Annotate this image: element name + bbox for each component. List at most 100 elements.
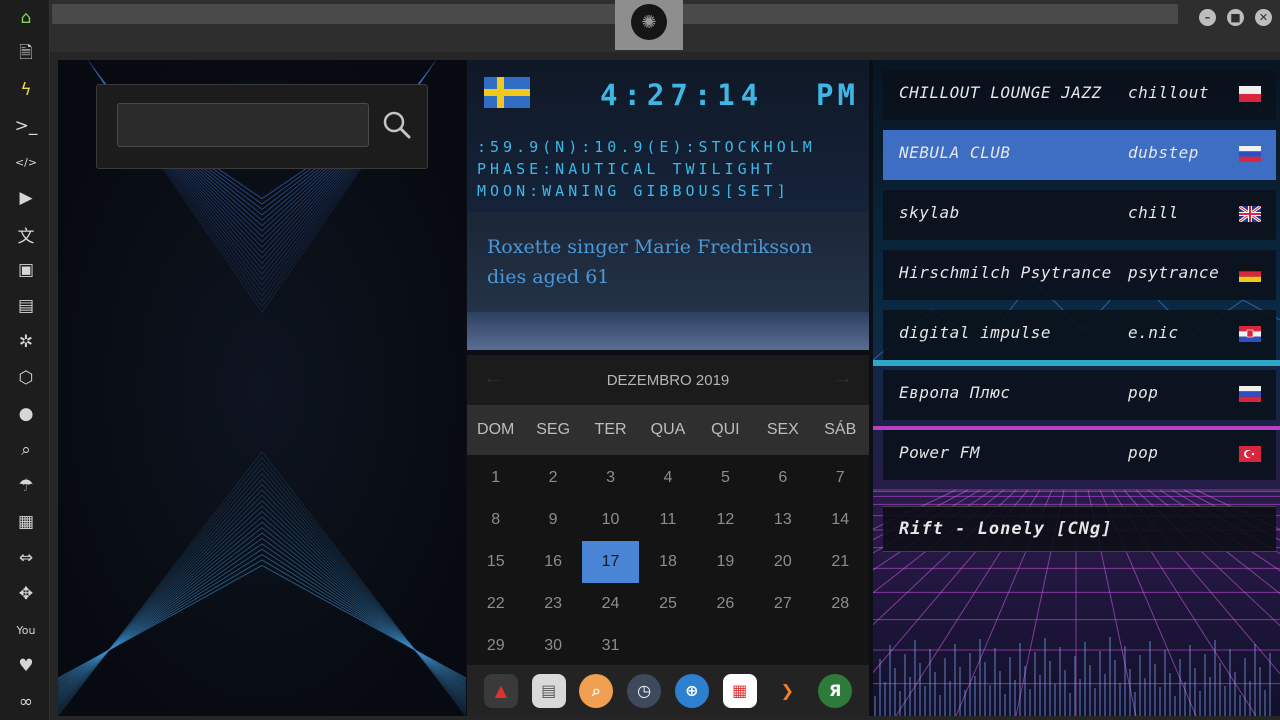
umbrella-icon[interactable]: ☂ bbox=[15, 475, 37, 497]
search-icon[interactable] bbox=[379, 107, 415, 143]
calendar-day[interactable]: 19 bbox=[697, 541, 754, 583]
rebel-alliance-icon: ✺ bbox=[631, 4, 667, 40]
search-app-icon[interactable]: ⌕ bbox=[579, 673, 614, 708]
calendar-next-button[interactable]: → bbox=[833, 367, 853, 390]
lightning-icon[interactable]: ϟ bbox=[15, 79, 37, 101]
station-name: digital impulse bbox=[899, 323, 1051, 342]
calendar-day[interactable]: 14 bbox=[812, 499, 869, 541]
play-icon[interactable]: ▶ bbox=[15, 187, 37, 209]
calendar-week: 15 16 17 18 19 20 21 bbox=[467, 541, 869, 583]
radio-station[interactable]: digital impulse e.nic bbox=[883, 310, 1276, 360]
radio-station[interactable]: CHILLOUT LOUNGE JAZZ chillout bbox=[883, 70, 1276, 120]
calendar-day[interactable]: 6 bbox=[754, 457, 811, 499]
calendar-day[interactable]: 1 bbox=[467, 457, 524, 499]
calendar-day[interactable]: 10 bbox=[582, 499, 639, 541]
calendar-day[interactable]: 29 bbox=[467, 625, 524, 667]
station-name: NEBULA CLUB bbox=[899, 143, 1011, 162]
calendar-day bbox=[812, 625, 869, 667]
calendar-day[interactable]: 3 bbox=[582, 457, 639, 499]
station-genre: e.nic bbox=[1128, 323, 1179, 342]
search-input[interactable] bbox=[117, 103, 369, 147]
image-icon[interactable]: ▣ bbox=[15, 259, 37, 281]
yandex-app-icon[interactable]: Я bbox=[818, 673, 853, 708]
calendar-day[interactable]: 22 bbox=[467, 583, 524, 625]
youtube-icon[interactable]: You bbox=[15, 619, 37, 641]
station-name: Power FM bbox=[899, 443, 981, 462]
calendar-day[interactable]: 18 bbox=[639, 541, 696, 583]
radio-station[interactable]: Европа Плюс pop bbox=[883, 370, 1276, 420]
calendar-prev-button[interactable]: ← bbox=[483, 367, 503, 390]
weekday-label: SEG bbox=[536, 421, 571, 438]
logo-tab[interactable]: ✺ bbox=[615, 0, 683, 50]
calendar-day[interactable]: 28 bbox=[812, 583, 869, 625]
calendar-week: 22 23 24 25 26 27 28 bbox=[467, 583, 869, 625]
calendar-day[interactable]: 11 bbox=[639, 499, 696, 541]
infinity-icon[interactable]: ∞ bbox=[15, 691, 37, 713]
calendar-day-today[interactable]: 17 bbox=[581, 541, 640, 583]
search-icon[interactable]: ⌕ bbox=[15, 439, 37, 461]
radio-station[interactable]: Hirschmilch Psytrance psytrance bbox=[883, 250, 1276, 300]
calendar-day[interactable]: 30 bbox=[524, 625, 581, 667]
station-genre: pop bbox=[1128, 383, 1159, 402]
expand-icon[interactable]: ✥ bbox=[15, 583, 37, 605]
calendar-day[interactable]: 5 bbox=[697, 457, 754, 499]
heart-icon[interactable]: ♥ bbox=[15, 655, 37, 677]
calendar-day[interactable]: 24 bbox=[582, 583, 639, 625]
radio-station-active[interactable]: NEBULA CLUB dubstep bbox=[883, 130, 1276, 180]
radio-station[interactable]: Power FM pop bbox=[883, 430, 1276, 480]
close-button[interactable]: ✕ bbox=[1255, 9, 1272, 26]
news-headline[interactable]: Roxette singer Marie Fredriksson dies ag… bbox=[487, 232, 852, 292]
home-icon[interactable]: ⌂ bbox=[15, 7, 37, 29]
calendar-day[interactable]: 15 bbox=[467, 541, 524, 583]
contacts-icon[interactable]: ▦ bbox=[15, 511, 37, 533]
location-line: :59.9(N):10.9(E):STOCKHOLM bbox=[477, 138, 816, 156]
terminal-icon[interactable]: >_ bbox=[15, 115, 38, 137]
calendar-day[interactable]: 20 bbox=[754, 541, 811, 583]
calendar-day[interactable]: 31 bbox=[582, 625, 639, 667]
radio-station[interactable]: skylab chill bbox=[883, 190, 1276, 240]
calendar-day[interactable]: 8 bbox=[467, 499, 524, 541]
code-icon[interactable]: </> bbox=[15, 151, 37, 173]
calendar-day[interactable]: 26 bbox=[697, 583, 754, 625]
station-genre: pop bbox=[1128, 443, 1159, 462]
station-name: skylab bbox=[899, 203, 960, 222]
station-genre: chill bbox=[1128, 203, 1179, 222]
news-widget: Roxette singer Marie Fredriksson dies ag… bbox=[467, 212, 869, 350]
arrow-app-icon[interactable]: ❯ bbox=[770, 673, 805, 708]
red-triangle-app-icon[interactable]: ▲ bbox=[483, 673, 518, 708]
station-genre: chillout bbox=[1128, 83, 1210, 102]
news-reader-app-icon[interactable]: ▤ bbox=[531, 673, 566, 708]
uk-flag-icon bbox=[1239, 206, 1261, 222]
calendar-day[interactable]: 27 bbox=[754, 583, 811, 625]
calendar-day[interactable]: 23 bbox=[524, 583, 581, 625]
translate-icon[interactable]: 文 bbox=[15, 223, 37, 247]
hexagon-icon[interactable]: ⬡ bbox=[15, 367, 37, 389]
calendar-day[interactable]: 21 bbox=[812, 541, 869, 583]
calendar-week: 29 30 31 bbox=[467, 625, 869, 667]
calendar-widget: ← DEZEMBRO 2019 → DOM SEG TER QUA QUI SEX SÁB … bbox=[467, 355, 869, 665]
globe-icon[interactable]: ● bbox=[15, 403, 37, 425]
calendar-day[interactable]: 2 bbox=[524, 457, 581, 499]
calendar-day[interactable]: 25 bbox=[639, 583, 696, 625]
calendar-day[interactable]: 9 bbox=[524, 499, 581, 541]
now-playing-bar: Rift - Lonely [CNg] bbox=[883, 506, 1276, 552]
calendar-day[interactable]: 7 bbox=[812, 457, 869, 499]
clock-app-icon[interactable]: ◷ bbox=[627, 673, 662, 708]
calendar-day[interactable]: 16 bbox=[524, 541, 581, 583]
weekday-label: QUI bbox=[711, 421, 740, 438]
station-name: Hirschmilch Psytrance bbox=[899, 263, 1112, 282]
clock-ampm: PM bbox=[816, 78, 859, 112]
weekday-label: DOM bbox=[477, 421, 515, 438]
weekday-label: QUA bbox=[650, 421, 686, 438]
calendar-app-icon[interactable]: ▦ bbox=[722, 673, 757, 708]
document-icon[interactable]: 🗎 bbox=[15, 43, 37, 65]
calendar-day[interactable]: 12 bbox=[697, 499, 754, 541]
minimize-button[interactable]: – bbox=[1199, 9, 1216, 26]
news-icon[interactable]: ▤ bbox=[15, 295, 37, 317]
globe-app-icon[interactable]: ⊕ bbox=[674, 673, 709, 708]
calendar-day[interactable]: 4 bbox=[639, 457, 696, 499]
empire-icon[interactable]: ✲ bbox=[15, 331, 37, 353]
link-icon[interactable]: ⇔ bbox=[15, 547, 37, 569]
maximize-button[interactable]: ■ bbox=[1227, 9, 1244, 26]
calendar-day[interactable]: 13 bbox=[754, 499, 811, 541]
